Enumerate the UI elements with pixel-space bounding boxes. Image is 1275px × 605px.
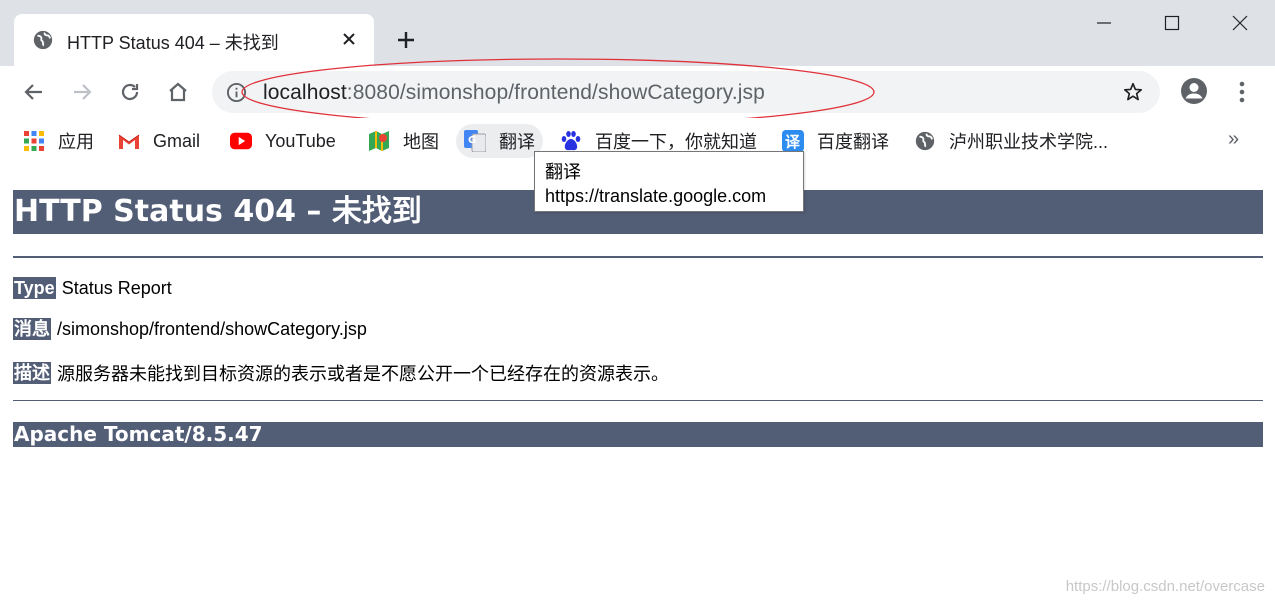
- watermark: https://blog.csdn.net/overcase: [1065, 578, 1265, 595]
- maximize-button[interactable]: [1152, 8, 1192, 38]
- more-vert-icon: [1239, 81, 1245, 103]
- message-label: 消息: [13, 318, 51, 340]
- tab-title: HTTP Status 404 – 未找到: [67, 33, 279, 53]
- reload-button[interactable]: [116, 78, 144, 106]
- bookmark-label: 翻译: [499, 132, 535, 152]
- tab-active[interactable]: HTTP Status 404 – 未找到: [14, 14, 374, 66]
- maps-icon: [368, 130, 390, 152]
- forward-button[interactable]: [68, 78, 96, 106]
- tooltip-url: https://translate.google.com: [545, 186, 767, 206]
- description-value: 源服务器未能找到目标资源的表示或者是不愿公开一个已经存在的资源表示。: [57, 364, 669, 384]
- message-row: 消息 /simonshop/frontend/showCategory.jsp: [13, 318, 367, 340]
- info-icon[interactable]: [226, 82, 247, 103]
- window-close-button[interactable]: [1220, 8, 1260, 38]
- menu-button[interactable]: [1230, 78, 1254, 106]
- page-content: HTTP Status 404 – 未找到 Type Status Report…: [0, 164, 1275, 605]
- server-footer-bar: Apache Tomcat/8.5.47: [13, 422, 1263, 447]
- divider: [13, 256, 1263, 258]
- account-icon[interactable]: [1180, 77, 1208, 105]
- home-icon: [169, 82, 187, 102]
- back-button[interactable]: [20, 78, 48, 106]
- type-value: Status Report: [61, 277, 172, 298]
- bookmark-apps[interactable]: 应用: [15, 124, 102, 158]
- type-label: Type: [13, 277, 56, 299]
- new-tab-button[interactable]: [392, 26, 420, 54]
- baidu-icon: [560, 130, 582, 152]
- svg-text:译: 译: [785, 133, 801, 151]
- bookmark-maps[interactable]: 地图: [360, 124, 447, 158]
- bookmark-label: 应用: [58, 132, 94, 152]
- globe-icon: [914, 130, 936, 152]
- bookmark-label: 百度翻译: [817, 132, 889, 152]
- server-version: Apache Tomcat/8.5.47: [14, 422, 263, 446]
- bookmark-luzhou[interactable]: 泸州职业技术学院...: [906, 124, 1116, 158]
- url-path: :8080/simonshop/frontend/showCategory.js…: [346, 81, 765, 104]
- message-value: /simonshop/frontend/showCategory.jsp: [57, 318, 367, 339]
- bookmark-translate[interactable]: G 翻译: [456, 124, 543, 158]
- arrow-right-icon: [74, 84, 92, 100]
- description-label: 描述: [13, 362, 51, 384]
- bookmark-label: 泸州职业技术学院...: [949, 132, 1109, 152]
- bookmarks-overflow-button[interactable]: »: [1228, 128, 1239, 151]
- apps-grid-icon: [23, 130, 45, 152]
- star-icon[interactable]: [1122, 81, 1144, 103]
- baidu-translate-icon: 译: [782, 130, 804, 152]
- gmail-icon: [118, 130, 140, 152]
- globe-icon: [32, 29, 54, 51]
- bookmark-label: Gmail: [153, 130, 201, 151]
- bookmark-gmail[interactable]: Gmail: [110, 124, 208, 158]
- minimize-button[interactable]: [1084, 8, 1124, 38]
- reload-icon: [121, 83, 139, 101]
- divider: [13, 400, 1263, 401]
- description-row: 描述 源服务器未能找到目标资源的表示或者是不愿公开一个已经存在的资源表示。: [13, 360, 669, 386]
- bookmark-label: YouTube: [265, 130, 336, 151]
- url-host: localhost: [263, 81, 347, 104]
- tab-strip: HTTP Status 404 – 未找到: [0, 0, 1275, 66]
- svg-text:G: G: [468, 135, 476, 146]
- arrow-left-icon: [24, 84, 42, 100]
- youtube-icon: [230, 130, 252, 152]
- tooltip-title: 翻译: [545, 162, 581, 182]
- address-bar[interactable]: localhost:8080/simonshop/frontend/showCa…: [212, 71, 1160, 113]
- toolbar: localhost:8080/simonshop/frontend/showCa…: [0, 66, 1275, 118]
- google-translate-icon: G: [464, 130, 486, 152]
- url-text[interactable]: localhost:8080/simonshop/frontend/showCa…: [263, 81, 765, 105]
- bookmark-tooltip: 翻译 https://translate.google.com: [534, 151, 804, 212]
- type-row: Type Status Report: [13, 277, 172, 299]
- bookmark-label: 地图: [403, 132, 439, 152]
- bookmark-youtube[interactable]: YouTube: [222, 124, 344, 158]
- close-icon[interactable]: [338, 28, 360, 50]
- home-button[interactable]: [164, 78, 192, 106]
